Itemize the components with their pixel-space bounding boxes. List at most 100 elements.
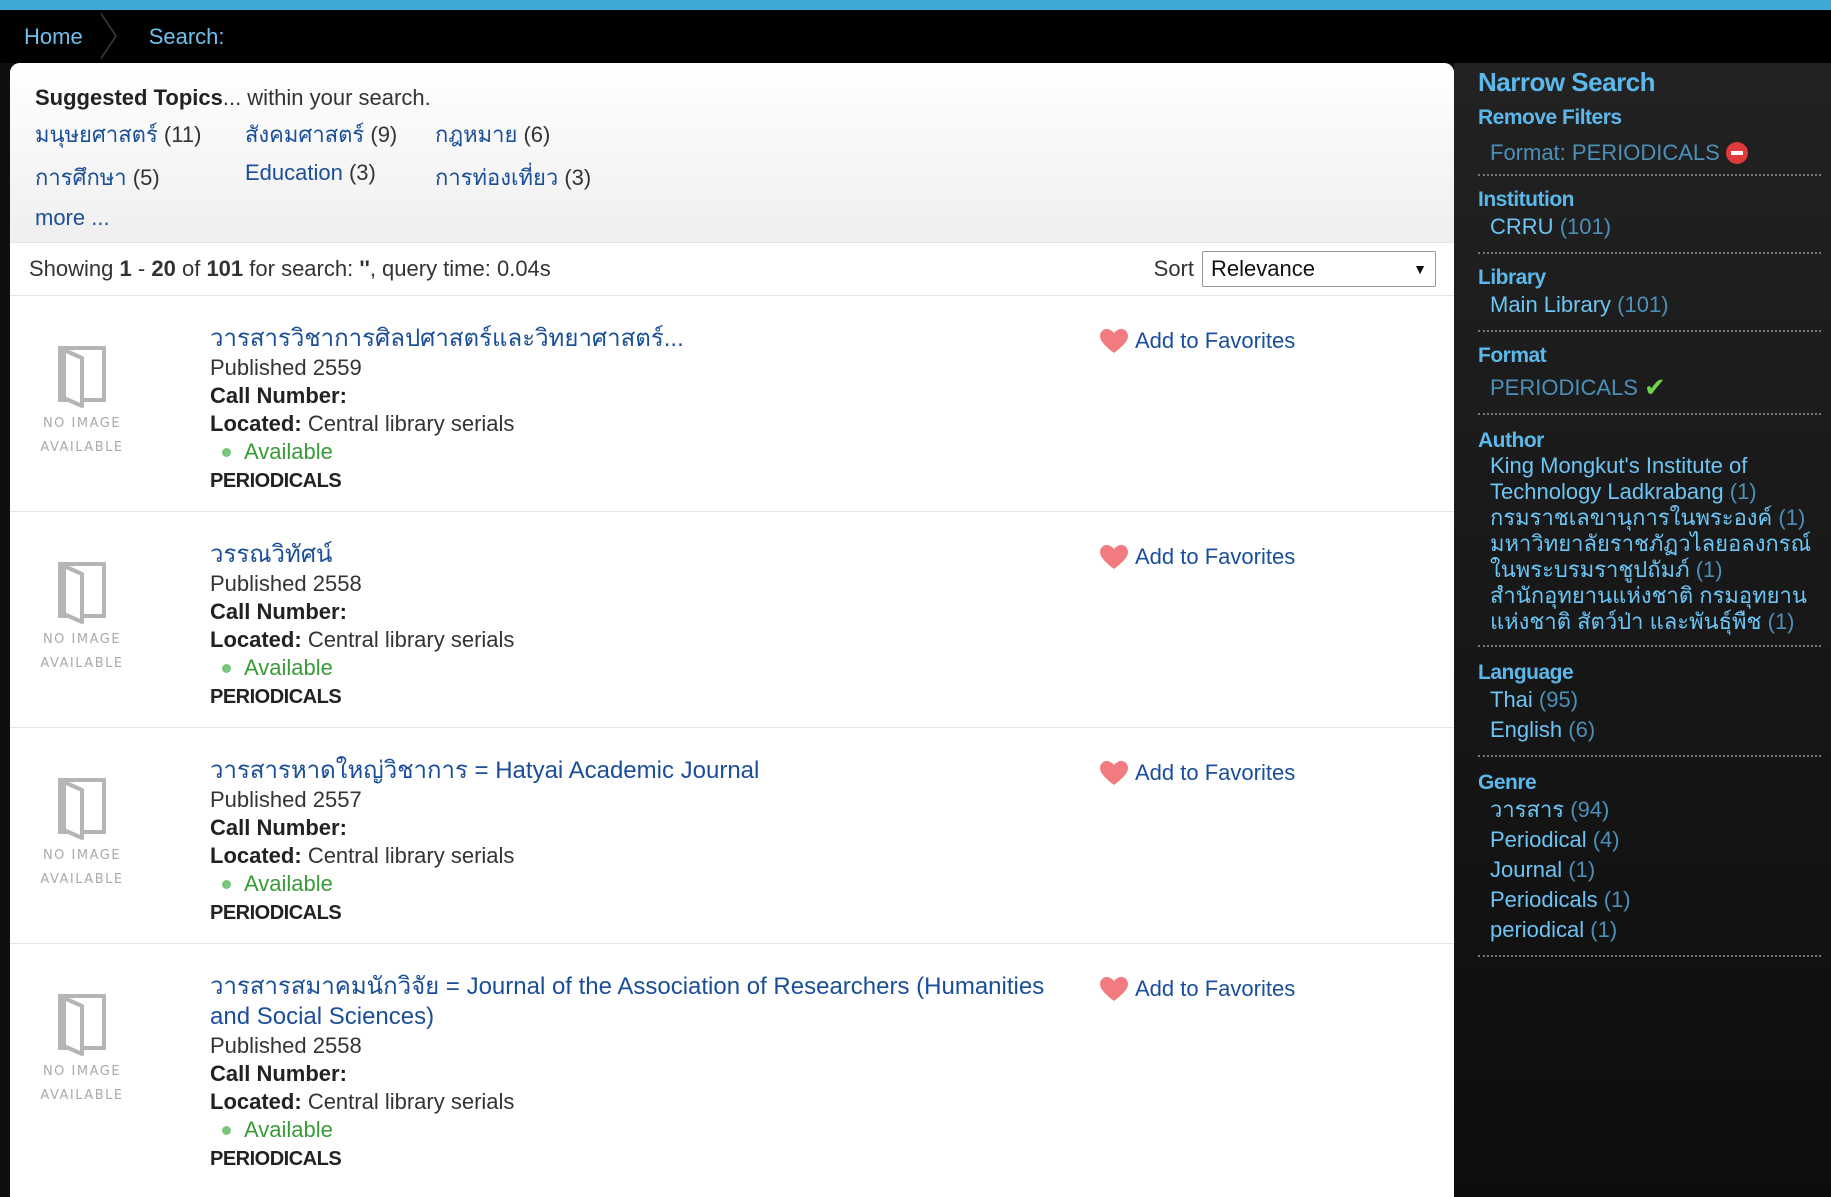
result-title-link[interactable]: วารสารสมาคมนักวิจัย = Journal of the Ass… — [210, 973, 1044, 1030]
facet-item[interactable]: King Mongkut's Institute of Technology L… — [1490, 453, 1820, 505]
result-title-link[interactable]: วารสารวิชาการศิลปศาสตร์และวิทยาศาสตร์... — [210, 325, 684, 352]
facet-item[interactable]: กรมราชเลขานุการในพระองค์ (1) — [1490, 505, 1820, 531]
availability-text: Available — [244, 655, 333, 680]
no-image-text: NO IMAGE AVAILABLE — [40, 844, 123, 892]
result-format: PERIODICALS — [210, 902, 342, 924]
add-to-favorites-button[interactable]: Add to Favorites — [1099, 328, 1295, 354]
facet-item-name: Journal — [1490, 857, 1563, 882]
facet-item-count: (1) — [1590, 917, 1618, 942]
add-to-favorites-button[interactable]: Add to Favorites — [1099, 760, 1295, 786]
topic-link[interactable]: กฎหมาย — [435, 122, 517, 147]
book-placeholder-icon — [58, 562, 106, 624]
availability-status: Available — [210, 438, 1090, 466]
results-start: 1 — [119, 256, 132, 281]
result-item: NO IMAGE AVAILABLE วรรณวิทัศน์ Published … — [10, 512, 1454, 728]
facet-item[interactable]: วารสาร (94) — [1490, 795, 1821, 825]
breadcrumb: Home Search: — [0, 10, 1831, 63]
topic-count: (11) — [163, 122, 202, 147]
dropdown-arrow-icon: ▼ — [1413, 261, 1427, 277]
facet-item[interactable]: periodical (1) — [1490, 915, 1821, 945]
topic-link[interactable]: มนุษยศาสตร์ — [35, 122, 158, 147]
applied-filter-remove[interactable]: Format: PERIODICALS — [1478, 140, 1821, 166]
no-image-text: NO IMAGE AVAILABLE — [40, 1060, 123, 1108]
sidebar-title: Narrow Search — [1478, 67, 1656, 97]
result-published: Published 2558 — [210, 571, 362, 596]
facet-item[interactable]: สำนักอุทยานแห่งชาติ กรมอุทยานแห่งชาติ สั… — [1490, 583, 1820, 635]
result-format: PERIODICALS — [210, 686, 342, 708]
add-to-favorites-label: Add to Favorites — [1135, 760, 1296, 785]
suggested-topics: Suggested Topics... within your search. … — [10, 63, 1454, 243]
no-image-line2: AVAILABLE — [40, 1088, 124, 1103]
sort-selected-value: Relevance — [1211, 256, 1315, 281]
facet-item-name: King Mongkut's Institute of Technology L… — [1490, 453, 1748, 504]
suggested-topics-heading: Suggested Topics... within your search. — [35, 85, 1430, 111]
result-info: วารสารสมาคมนักวิจัย = Journal of the Ass… — [210, 972, 1090, 1173]
more-topics-link[interactable]: more ... — [35, 205, 1430, 231]
book-placeholder-icon — [58, 994, 106, 1056]
applied-filter-label: Format: PERIODICALS — [1490, 140, 1720, 165]
facet-item-name: มหาวิทยาลัยราชภัฏวไลยอลงกรณ์ ในพระบรมราช… — [1490, 531, 1811, 582]
topic-count: (6) — [523, 122, 551, 147]
results-header: Showing 1 - 20 of 101 for search: '', qu… — [10, 243, 1454, 296]
topic-link[interactable]: Education — [245, 160, 343, 185]
result-title-link[interactable]: วารสารหาดใหญ่วิชาการ = Hatyai Academic J… — [210, 757, 759, 784]
availability-text: Available — [244, 871, 333, 896]
result-location: Central library serials — [307, 843, 515, 868]
facet-item[interactable]: Periodicals (1) — [1490, 885, 1821, 915]
no-image-line1: NO IMAGE — [42, 416, 122, 431]
remove-filters-group: Remove Filters Format: PERIODICALS — [1478, 106, 1821, 176]
add-to-favorites-button[interactable]: Add to Favorites — [1099, 544, 1295, 570]
topic-link[interactable]: การศึกษา — [35, 165, 127, 190]
facet-item[interactable]: มหาวิทยาลัยราชภัฏวไลยอลงกรณ์ ในพระบรมราช… — [1490, 531, 1820, 583]
facet-item-name: กรมราชเลขานุการในพระองค์ — [1490, 505, 1773, 530]
result-location: Central library serials — [307, 411, 515, 436]
format-selected-item[interactable]: PERIODICALS ✔ — [1478, 372, 1821, 403]
topic-item: การศึกษา (5) — [35, 160, 245, 195]
availability-status: Available — [210, 870, 1090, 898]
book-placeholder-icon — [58, 346, 106, 408]
results-summary-showing: Showing — [29, 256, 114, 281]
facet-item[interactable]: Journal (1) — [1490, 855, 1821, 885]
no-image-text: NO IMAGE AVAILABLE — [40, 412, 123, 460]
availability-text: Available — [244, 439, 333, 464]
sort-control: Sort Relevance ▼ — [1154, 251, 1436, 287]
facet-item-count: (1) — [1603, 887, 1631, 912]
availability-status: Available — [210, 1116, 1090, 1144]
facet-item-count: (101) — [1617, 292, 1669, 317]
facet-heading: Genre — [1478, 771, 1537, 794]
breadcrumb-home-link[interactable]: Home — [0, 10, 107, 63]
available-dot-icon — [222, 663, 231, 673]
facet-item[interactable]: Main Library (101) — [1490, 290, 1821, 320]
topic-item: สังคมศาสตร์ (9) — [245, 117, 435, 152]
facet-item-count: (1) — [1568, 857, 1596, 882]
topic-grid: มนุษยศาสตร์ (11) สังคมศาสตร์ (9) กฎหมาย … — [35, 117, 1430, 195]
breadcrumb-current[interactable]: Search: — [125, 10, 249, 63]
located-label: Located: — [210, 627, 302, 652]
no-image-line2: AVAILABLE — [40, 440, 124, 455]
results-query: '' — [359, 256, 370, 281]
facet-item-count: (1) — [1729, 479, 1757, 504]
facet-item-name: CRRU — [1490, 214, 1554, 239]
result-title-link[interactable]: วรรณวิทัศน์ — [210, 541, 332, 568]
availability-status: Available — [210, 654, 1090, 682]
no-image-line1: NO IMAGE — [42, 632, 122, 647]
add-to-favorites-button[interactable]: Add to Favorites — [1099, 976, 1295, 1002]
facet-heading: Format — [1478, 344, 1547, 367]
result-location: Central library serials — [307, 1089, 515, 1114]
results-summary: Showing 1 - 20 of 101 for search: '', qu… — [29, 256, 551, 282]
facet-heading: Institution — [1478, 188, 1574, 211]
facet-item[interactable]: Thai (95) — [1490, 685, 1821, 715]
result-info: วรรณวิทัศน์ Published 2558 Call Number: … — [210, 540, 1090, 711]
facet-item[interactable]: CRRU (101) — [1490, 212, 1821, 242]
facet-item-name: สำนักอุทยานแห่งชาติ กรมอุทยานแห่งชาติ สั… — [1490, 583, 1807, 634]
topic-link[interactable]: การท่องเที่ยว — [435, 165, 558, 190]
topic-link[interactable]: สังคมศาสตร์ — [245, 122, 364, 147]
topic-count: (5) — [132, 165, 160, 190]
call-number-label: Call Number: — [210, 815, 347, 840]
facet-item[interactable]: Periodical (4) — [1490, 825, 1821, 855]
call-number-label: Call Number: — [210, 1061, 347, 1086]
located-label: Located: — [210, 843, 302, 868]
facet-item-name: Main Library — [1490, 292, 1612, 317]
facet-item[interactable]: English (6) — [1490, 715, 1821, 745]
sort-select[interactable]: Relevance ▼ — [1202, 251, 1436, 287]
